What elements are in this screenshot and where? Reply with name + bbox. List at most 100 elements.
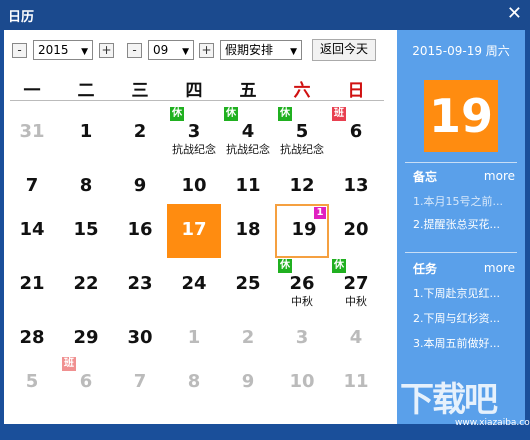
day-number: 13 [343, 175, 369, 196]
day-cell[interactable]: 6班 [329, 106, 383, 160]
day-cell[interactable]: 31 [5, 106, 59, 160]
day-cell[interactable]: 15 [59, 204, 113, 258]
day-number: 9 [133, 175, 147, 196]
day-cell[interactable]: 7 [113, 356, 167, 410]
header-divider [10, 100, 384, 101]
watermark-logo: 下载吧 [400, 380, 498, 420]
day-number: 4 [241, 121, 255, 142]
day-cell[interactable]: 25 [221, 258, 275, 312]
holiday-rest-badge: 休 [224, 107, 238, 121]
day-number: 6 [79, 371, 93, 392]
bottom-strip [0, 424, 530, 440]
side-divider [405, 162, 517, 163]
day-cell[interactable]: 2 [113, 106, 167, 160]
holiday-rest-badge: 休 [278, 107, 292, 121]
day-number: 31 [19, 121, 45, 142]
day-number: 29 [73, 327, 99, 348]
memo-more-link[interactable]: more [484, 169, 515, 183]
day-cell[interactable]: 11 [329, 356, 383, 410]
year-decrement-button[interactable]: - [12, 43, 27, 58]
holiday-mode-select[interactable]: 假期安排 ▼ [220, 40, 302, 60]
weekday-label: 一 [23, 81, 41, 101]
window-title: 日历 [8, 10, 35, 25]
month-value: 09 [153, 43, 169, 57]
day-number: 10 [289, 371, 315, 392]
day-number: 15 [73, 219, 99, 240]
task-item[interactable]: 1.下周赴京见红... [413, 285, 519, 301]
month-increment-button[interactable]: + [199, 43, 214, 58]
holiday-name: 抗战纪念 [280, 143, 324, 156]
task-item[interactable]: 2.下周与红杉资... [413, 310, 519, 326]
day-cell[interactable]: 14 [5, 204, 59, 258]
day-cell[interactable]: 10 [275, 356, 329, 410]
day-cell[interactable]: 5 [5, 356, 59, 410]
day-cell[interactable]: 16 [113, 204, 167, 258]
weekday-label: 五 [239, 81, 257, 101]
holiday-mode-value: 假期安排 [225, 43, 274, 57]
year-increment-button[interactable]: + [99, 43, 114, 58]
weekday-label: 二 [77, 81, 95, 101]
day-cell[interactable]: 5 休抗战纪念 [275, 106, 329, 160]
day-number: 28 [19, 327, 45, 348]
day-number: 4 [349, 327, 363, 348]
day-cell-selected[interactable]: 19 1 [275, 204, 329, 258]
day-number: 26 [289, 273, 315, 294]
day-number: 16 [127, 219, 153, 240]
day-number: 14 [19, 219, 45, 240]
weekday-label: 六 [293, 81, 311, 101]
day-number: 20 [343, 219, 369, 240]
holiday-rest-badge: 休 [170, 107, 184, 121]
day-number: 11 [235, 175, 261, 196]
day-number: 9 [241, 371, 255, 392]
day-cell-today[interactable]: 17 [167, 204, 221, 258]
day-cell[interactable]: 23 [113, 258, 167, 312]
memo-item[interactable]: 1.本月15号之前... [413, 193, 519, 209]
day-cell[interactable]: 4 休抗战纪念 [221, 106, 275, 160]
day-cell[interactable]: 20 [329, 204, 383, 258]
day-cell[interactable]: 22 [59, 258, 113, 312]
day-number: 7 [133, 371, 147, 392]
day-cell[interactable]: 26 休中秋 [275, 258, 329, 312]
year-select[interactable]: 2015 ▼ [33, 40, 93, 60]
day-number: 1 [79, 121, 93, 142]
title-bar: 日历 ✕ [0, 0, 530, 30]
back-to-today-button[interactable]: 返回今天 [312, 39, 376, 61]
day-number: 12 [289, 175, 315, 196]
selected-date-text: 2015-09-19 周六 [412, 44, 510, 58]
month-decrement-button[interactable]: - [127, 43, 142, 58]
day-cell[interactable]: 3 休抗战纪念 [167, 106, 221, 160]
day-number: 8 [187, 371, 201, 392]
day-number: 18 [235, 219, 261, 240]
chevron-down-icon: ▼ [290, 47, 297, 57]
day-cell[interactable]: 18 [221, 204, 275, 258]
day-cell[interactable]: 1 [59, 106, 113, 160]
day-number: 17 [181, 219, 207, 240]
day-cell[interactable]: 24 [167, 258, 221, 312]
calendar-panel: - 2015 ▼ + - 09 ▼ + 假期安排 ▼ 返回今天 一二三四五六日 … [4, 30, 397, 424]
day-number: 2 [241, 327, 255, 348]
weekday-label: 四 [185, 81, 203, 101]
day-cell[interactable]: 8 [167, 356, 221, 410]
day-number: 5 [295, 121, 309, 142]
close-icon[interactable]: ✕ [507, 3, 522, 24]
memo-item[interactable]: 2.提醒张总买花... [413, 216, 519, 232]
month-select[interactable]: 09 ▼ [148, 40, 194, 60]
day-cell[interactable]: 9 [221, 356, 275, 410]
day-cell[interactable]: 21 [5, 258, 59, 312]
day-number: 19 [291, 219, 317, 240]
tasks-more-link[interactable]: more [484, 261, 515, 275]
day-number: 27 [343, 273, 369, 294]
side-panel: 2015-09-19 周六 19 备忘 more 1.本月15号之前... 2.… [397, 30, 525, 424]
day-cell[interactable]: 27 休中秋 [329, 258, 383, 312]
chevron-down-icon: ▼ [81, 47, 88, 57]
day-number: 22 [73, 273, 99, 294]
day-number: 23 [127, 273, 153, 294]
day-number: 5 [25, 371, 39, 392]
weekday-header: 一二三四五六日 [4, 76, 397, 101]
memo-count-badge: 1 [314, 207, 326, 219]
day-number: 2 [133, 121, 147, 142]
holiday-name: 中秋 [345, 295, 367, 308]
task-item[interactable]: 3.本周五前做好... [413, 335, 519, 351]
holiday-name: 中秋 [291, 295, 313, 308]
day-cell[interactable]: 6班 [59, 356, 113, 410]
